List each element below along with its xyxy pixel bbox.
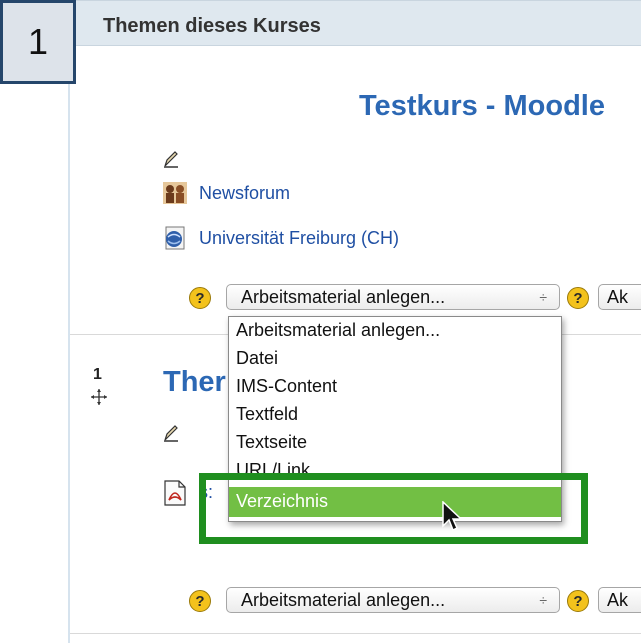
section-header-title: Themen dieses Kurses xyxy=(103,15,321,37)
add-activity-select[interactable]: Ak xyxy=(598,284,641,310)
add-resource-select[interactable]: Arbeitsmaterial anlegen... ÷ xyxy=(226,587,560,613)
help-icon[interactable]: ? xyxy=(567,590,589,612)
dropdown-option[interactable]: Arbeitsmaterial anlegen... xyxy=(236,320,440,341)
dropdown-option[interactable]: IMS-Content xyxy=(236,376,337,397)
select-arrows-icon: ÷ xyxy=(539,289,547,305)
highlight-frame xyxy=(199,473,588,544)
dropdown-option[interactable]: Datei xyxy=(236,348,278,369)
help-icon[interactable]: ? xyxy=(189,590,211,612)
dropdown-option[interactable]: Textseite xyxy=(236,432,307,453)
add-resource-select-value: Arbeitsmaterial anlegen... xyxy=(241,287,446,307)
course-title: Testkurs - Moodle xyxy=(359,90,605,122)
select-arrows-icon: ÷ xyxy=(539,592,547,608)
left-border xyxy=(68,46,70,643)
section-number: 1 xyxy=(93,366,102,383)
activity-link-newsforum[interactable]: Newsforum xyxy=(199,183,290,204)
add-resource-select[interactable]: Arbeitsmaterial anlegen... ÷ xyxy=(226,284,560,310)
url-globe-icon xyxy=(165,226,185,250)
forum-icon xyxy=(163,182,187,204)
add-resource-select-value: Arbeitsmaterial anlegen... xyxy=(241,590,446,610)
step-number-badge: 1 xyxy=(0,0,76,84)
activity-link-universitaet[interactable]: Universität Freiburg (CH) xyxy=(199,228,399,249)
edit-summary-icon[interactable] xyxy=(163,150,179,168)
section-header: Themen dieses Kurses xyxy=(70,0,641,46)
section-divider xyxy=(70,633,641,634)
add-activity-select[interactable]: Ak xyxy=(598,587,641,613)
move-icon[interactable] xyxy=(90,388,108,406)
dropdown-option[interactable]: Textfeld xyxy=(236,404,298,425)
pdf-icon xyxy=(164,480,186,506)
edit-summary-icon[interactable] xyxy=(163,424,179,442)
help-icon[interactable]: ? xyxy=(189,287,211,309)
help-icon[interactable]: ? xyxy=(567,287,589,309)
mouse-cursor-icon xyxy=(442,501,463,532)
section-title: Ther xyxy=(163,366,226,398)
